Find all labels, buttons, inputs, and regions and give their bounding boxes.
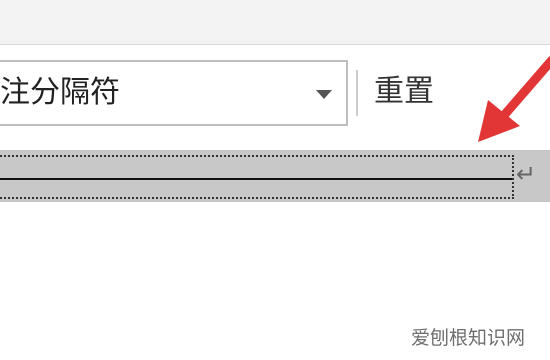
red-arrow-annotation <box>478 55 550 142</box>
reset-button[interactable]: 重置 <box>374 72 434 112</box>
toolbar-divider <box>356 70 358 116</box>
watermark-text: 爱刨根知识网 <box>411 327 526 349</box>
footnote-separator-selection[interactable] <box>0 155 514 199</box>
separator-dropdown-value: 注分隔符 <box>0 75 120 110</box>
arrow-shaft <box>495 55 550 125</box>
paragraph-mark-icon: ↵ <box>516 160 537 188</box>
separator-dropdown[interactable]: 注分隔符 <box>0 60 348 126</box>
footnote-separator-line <box>0 178 512 180</box>
toolbar-area <box>0 0 550 45</box>
chevron-down-icon[interactable] <box>316 90 332 99</box>
word-footnote-separator-view: 注分隔符 重置 ↵ 爱刨根知识网 <box>0 0 550 360</box>
